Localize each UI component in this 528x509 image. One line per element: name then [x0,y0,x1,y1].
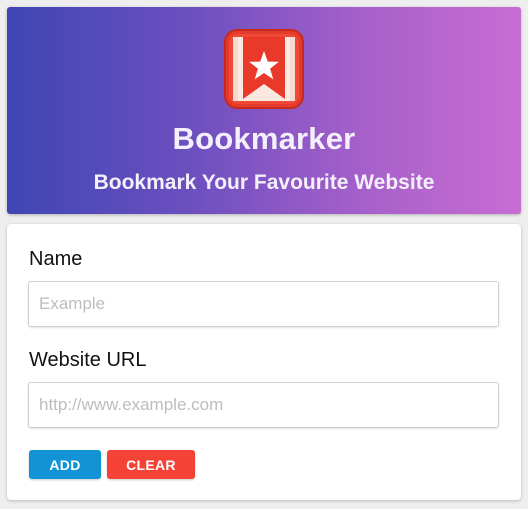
bookmark-form: Name Website URL ADD CLEAR [7,224,521,500]
name-input[interactable] [28,281,499,327]
app-title: Bookmarker [172,121,356,156]
app-subtitle: Bookmark Your Favourite Website [93,171,435,194]
website-url-label: Website URL [29,349,147,371]
bookmark-star-icon [224,29,304,109]
add-button[interactable]: ADD [29,450,101,479]
website-url-input[interactable] [28,382,499,428]
clear-button[interactable]: CLEAR [107,450,195,479]
name-label: Name [29,248,83,270]
app-header: Bookmarker Bookmark Your Favourite Websi… [7,7,521,214]
